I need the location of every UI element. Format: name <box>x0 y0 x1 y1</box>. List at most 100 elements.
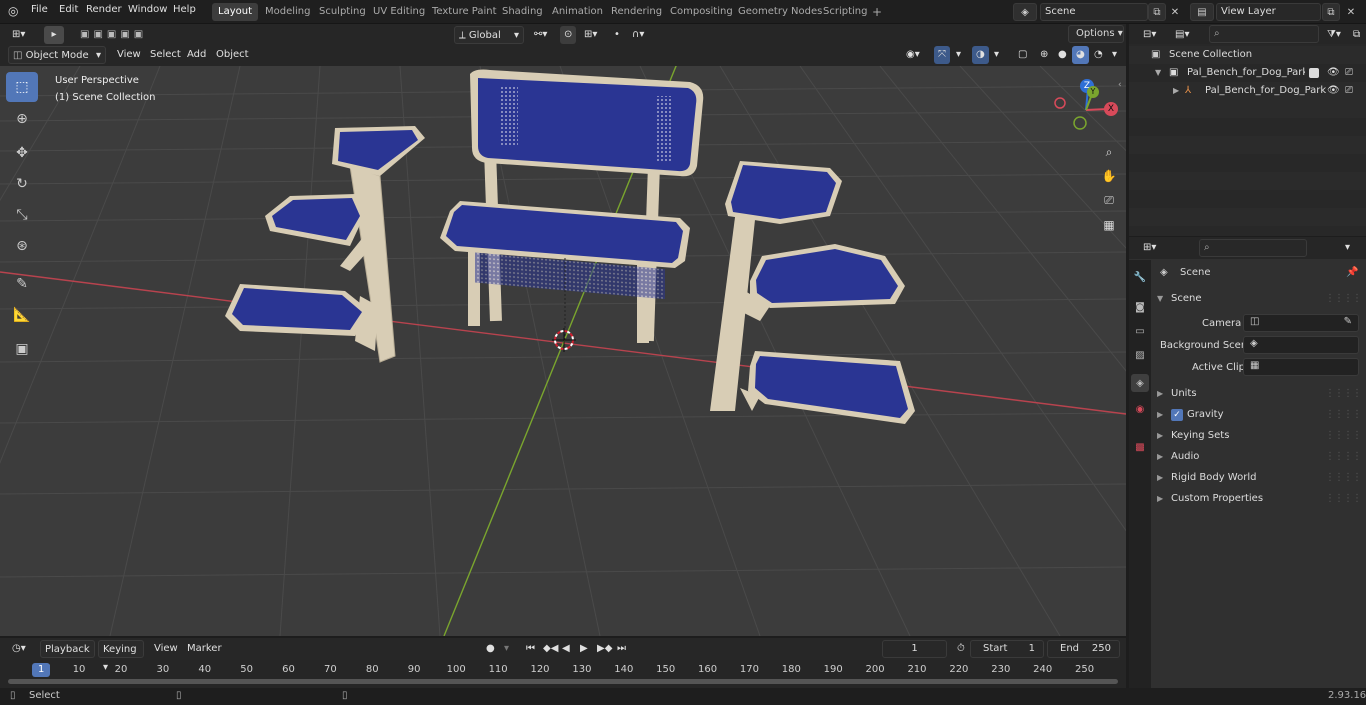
sidebar-toggle-icon[interactable]: ‹ <box>1118 80 1122 90</box>
xray-icon[interactable]: ▢ <box>1014 46 1031 64</box>
visibility-icon[interactable]: ◉▾ <box>902 46 924 64</box>
gizmo-y[interactable]: Y <box>1087 86 1099 98</box>
properties-search-input[interactable]: ⌕ <box>1199 239 1307 257</box>
menu-playback[interactable]: Playback ▾ <box>40 640 95 673</box>
pivot-point-icon[interactable]: ⚯▾ <box>530 26 551 44</box>
record-dropdown-icon[interactable]: ▾ <box>500 640 513 658</box>
play-icon[interactable]: ▶ <box>576 640 592 658</box>
scene-tab-icon[interactable]: ◈ <box>1131 374 1149 392</box>
add-workspace-button[interactable]: + <box>866 3 888 21</box>
camera-render-icon[interactable]: ⎚ <box>1345 64 1353 82</box>
menu-render[interactable]: Render <box>86 4 122 15</box>
options-dropdown[interactable]: Options ▾ <box>1068 25 1124 43</box>
blender-logo-icon[interactable]: ◎ <box>8 4 18 18</box>
shading-rendered-icon[interactable]: ◔ <box>1090 46 1107 64</box>
menu-view[interactable]: View <box>113 46 145 64</box>
rotate-tool-icon[interactable]: ↻ <box>6 169 38 199</box>
delete-scene-icon[interactable]: ✕ <box>1166 3 1184 21</box>
add-cube-tool-icon[interactable]: ▣ <box>6 334 38 364</box>
record-icon[interactable]: ● <box>482 640 499 658</box>
audio-panel[interactable]: ▶ Audio ⋮⋮⋮⋮ <box>1153 447 1363 467</box>
right-step-stool[interactable] <box>710 161 915 424</box>
menu-help[interactable]: Help <box>173 4 196 15</box>
center-bench[interactable] <box>440 69 704 344</box>
outliner-search-input[interactable]: ⌕ <box>1209 25 1319 43</box>
orientation-dropdown[interactable]: ⟂ Global ▾ <box>454 26 524 44</box>
editor-type-icon[interactable]: ⊞▾ <box>8 26 29 44</box>
annotate-tool-icon[interactable]: ✎ <box>6 269 38 299</box>
stopwatch-icon[interactable]: ⏱ <box>953 640 969 658</box>
shading-solid-icon[interactable]: ● <box>1054 46 1071 64</box>
expand-arrow-icon[interactable]: ▶ <box>1173 82 1179 100</box>
gizmo-x[interactable]: X <box>1104 102 1118 116</box>
background-scene-field[interactable]: ◈ <box>1243 336 1359 354</box>
menu-marker[interactable]: Marker <box>183 640 226 658</box>
properties-options-icon[interactable]: ▾ <box>1341 239 1354 257</box>
navigation-gizmo[interactable]: Z Y X <box>1052 76 1122 136</box>
menu-file[interactable]: File <box>31 4 48 15</box>
menu-keying[interactable]: Keying ▾ <box>98 640 144 673</box>
menu-window[interactable]: Window <box>128 4 167 15</box>
tab-compositing[interactable]: Compositing <box>664 3 739 21</box>
delete-view-layer-icon[interactable]: ✕ <box>1342 3 1360 21</box>
display-mode-icon[interactable]: ▤▾ <box>1171 26 1193 44</box>
snap-target-icon[interactable]: ⊞▾ <box>580 26 601 44</box>
new-scene-icon[interactable]: ⧉ <box>1148 3 1166 21</box>
overlay-dropdown-icon[interactable]: ▾ <box>990 46 1003 64</box>
tool-tab-icon[interactable]: 🔧 <box>1131 268 1149 286</box>
properties-editor-type-icon[interactable]: ⊞▾ <box>1139 239 1160 257</box>
camera-render-icon[interactable]: ⎚ <box>1345 82 1353 100</box>
new-view-layer-icon[interactable]: ⧉ <box>1322 3 1340 21</box>
tab-layout[interactable]: Layout <box>212 3 258 21</box>
gravity-panel[interactable]: ▶ ✓ Gravity ⋮⋮⋮⋮ <box>1153 405 1363 425</box>
menu-add[interactable]: Add <box>183 46 210 64</box>
select-box-tool-icon[interactable]: ⬚ <box>6 72 38 102</box>
select-tool-icon[interactable]: ▸ <box>44 26 64 44</box>
timeline-scrollbar[interactable] <box>8 679 1118 684</box>
left-step-stool[interactable] <box>225 126 425 363</box>
pan-hand-icon[interactable]: ✋ <box>1098 165 1120 187</box>
perspective-toggle-icon[interactable]: ▦ <box>1098 214 1120 236</box>
3d-viewport[interactable]: User Perspective (1) Scene Collection Z … <box>0 66 1126 636</box>
tab-animation[interactable]: Animation <box>546 3 609 21</box>
selection-mode-icons[interactable]: ▣▣▣▣▣ <box>76 26 164 44</box>
shading-dropdown-icon[interactable]: ▾ <box>1108 46 1121 64</box>
menu-timeline-view[interactable]: View <box>150 640 182 658</box>
tab-modeling[interactable]: Modeling <box>259 3 317 21</box>
rigid-body-world-panel[interactable]: ▶ Rigid Body World ⋮⋮⋮⋮ <box>1153 468 1363 488</box>
render-tab-icon[interactable]: ◙ <box>1131 298 1149 316</box>
gizmo-toggle-icon[interactable]: ⤧ <box>934 46 950 64</box>
cursor-tool-icon[interactable]: ⊕ <box>6 104 38 134</box>
measure-tool-icon[interactable]: 📐 <box>6 300 38 330</box>
menu-object[interactable]: Object <box>212 46 253 64</box>
expand-arrow-icon[interactable]: ▼ <box>1155 64 1161 82</box>
tab-shading[interactable]: Shading <box>496 3 549 21</box>
proportional-edit-icon[interactable]: • <box>610 26 624 44</box>
start-frame-field[interactable]: Start 1 <box>970 640 1044 658</box>
collection-checkbox[interactable] <box>1309 68 1319 78</box>
outliner-row-collection[interactable]: ▼ ▣ Pal_Bench_for_Dog_Park_Blue 👁 ⎚ <box>1129 64 1366 82</box>
gravity-checkbox[interactable]: ✓ <box>1171 409 1183 421</box>
filter-icon[interactable]: ⧩▾ <box>1323 26 1345 44</box>
view-layer-field[interactable]: View Layer <box>1216 3 1321 21</box>
scene-panel-header[interactable]: ▼ Scene ⋮⋮⋮⋮ <box>1153 289 1363 309</box>
outliner-editor-type-icon[interactable]: ⊟▾ <box>1139 26 1160 44</box>
eye-icon[interactable]: 👁 <box>1327 82 1340 100</box>
keying-sets-panel[interactable]: ▶ Keying Sets ⋮⋮⋮⋮ <box>1153 426 1363 446</box>
overlay-toggle-icon[interactable]: ◑ <box>972 46 989 64</box>
jump-end-icon[interactable]: ⏭ <box>613 640 630 658</box>
tab-rendering[interactable]: Rendering <box>605 3 668 21</box>
outliner-row-object[interactable]: ▶ ⅄ Pal_Bench_for_Dog_Park 👁 ⎚ <box>1129 82 1366 100</box>
tab-texture-paint[interactable]: Texture Paint <box>426 3 503 21</box>
units-panel[interactable]: ▶ Units ⋮⋮⋮⋮ <box>1153 384 1363 404</box>
snap-icon[interactable]: ⊙ <box>560 26 577 44</box>
texture-tab-icon[interactable]: ▩ <box>1131 438 1149 456</box>
transform-tool-icon[interactable]: ⊛ <box>6 231 38 261</box>
scene-selector-icon[interactable]: ◈ <box>1013 3 1037 21</box>
shading-wireframe-icon[interactable]: ⊕ <box>1036 46 1052 64</box>
active-clip-field[interactable]: ▦ <box>1243 358 1359 376</box>
falloff-icon[interactable]: ∩▾ <box>628 26 648 44</box>
timeline-editor-type-icon[interactable]: ◷▾ <box>8 640 30 658</box>
zoom-icon[interactable]: ⌕ <box>1098 141 1120 163</box>
object-mode-dropdown[interactable]: ◫ Object Mode ▾ <box>8 46 106 64</box>
